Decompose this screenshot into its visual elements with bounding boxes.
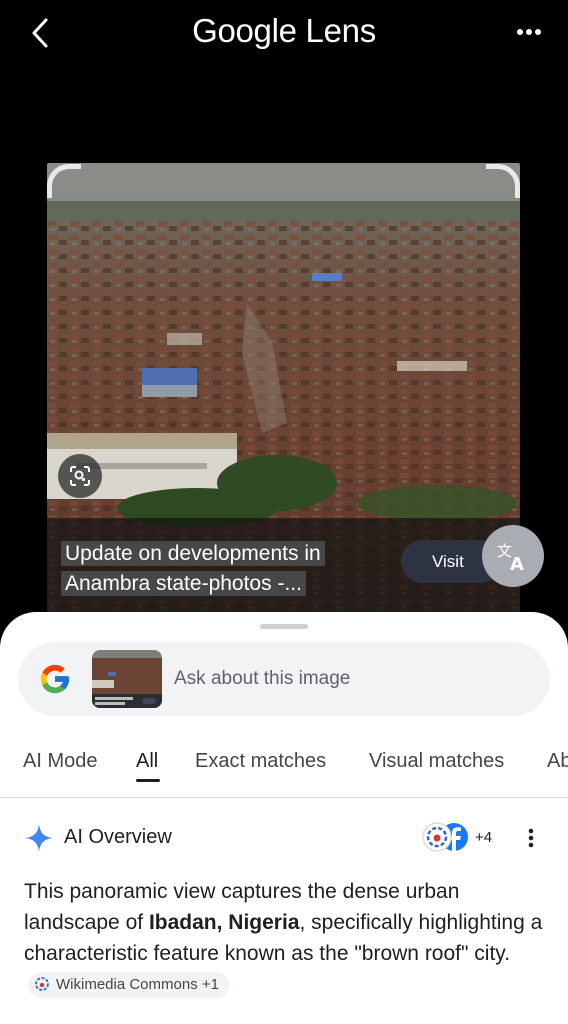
more-icon[interactable] bbox=[512, 22, 546, 42]
result-caption[interactable]: Update on developments in Anambra state-… bbox=[61, 539, 361, 599]
lens-search-button[interactable] bbox=[58, 454, 102, 498]
tab-exact-matches[interactable]: Exact matches bbox=[195, 750, 326, 773]
tab-visual-matches[interactable]: Visual matches bbox=[369, 750, 504, 773]
overview-text-bold: Ibadan, Nigeria bbox=[148, 911, 300, 934]
top-bar: Google Lens bbox=[0, 0, 568, 70]
svg-text:A: A bbox=[510, 554, 524, 574]
translate-button[interactable]: 文 A bbox=[482, 525, 544, 587]
search-input[interactable]: Ask about this image bbox=[174, 668, 350, 690]
caption-line-1: Update on developments in bbox=[61, 541, 325, 566]
kebab-icon[interactable] bbox=[524, 826, 538, 850]
visit-label: Visit bbox=[432, 552, 464, 571]
ai-overview-title: AI Overview bbox=[64, 826, 172, 848]
tab-ai-mode[interactable]: AI Mode bbox=[23, 750, 97, 773]
ai-overview-text: This panoramic view captures the dense u… bbox=[24, 876, 554, 1000]
tab-all[interactable]: All bbox=[136, 750, 158, 773]
citation-chip[interactable]: Wikimedia Commons +1 bbox=[28, 972, 229, 999]
lens-search-icon bbox=[70, 466, 90, 486]
sparkle-icon bbox=[24, 823, 54, 853]
sheet-drag-handle[interactable] bbox=[260, 624, 308, 629]
google-g-icon bbox=[38, 662, 72, 696]
tab-about[interactable]: Ab bbox=[547, 750, 568, 773]
source-count: +4 bbox=[475, 829, 493, 846]
app-title: Google Lens bbox=[192, 12, 376, 49]
result-tabs: AI Mode All Exact matches Visual matches… bbox=[0, 740, 568, 798]
citation-chip-label: Wikimedia Commons +1 bbox=[56, 976, 219, 994]
query-image-thumbnail[interactable] bbox=[92, 650, 162, 708]
wikimedia-icon bbox=[35, 977, 49, 992]
caption-line-2: Anambra state-photos -... bbox=[61, 571, 306, 596]
source-icons[interactable] bbox=[420, 820, 472, 854]
active-tab-indicator bbox=[136, 779, 160, 782]
translate-icon: 文 A bbox=[497, 542, 524, 574]
